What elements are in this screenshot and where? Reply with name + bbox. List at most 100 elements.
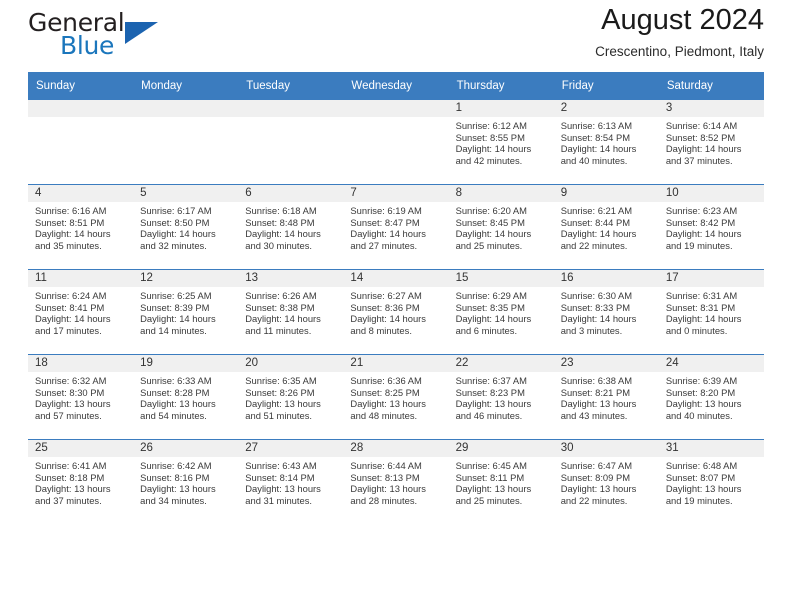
calendar-cell: 11 Sunrise: 6:24 AM Sunset: 8:41 PM Dayligh… bbox=[28, 269, 134, 355]
day-cell[interactable]: 17 Sunrise: 6:31 AM Sunset: 8:31 PM Dayligh… bbox=[658, 270, 764, 354]
daylight-text-line1: Daylight: 13 hours bbox=[665, 483, 742, 495]
calendar-cell: 5 Sunrise: 6:17 AM Sunset: 8:50 PM Daylight… bbox=[133, 184, 239, 270]
calendar-cell: 3 Sunrise: 6:14 AM Sunset: 8:52 PM Daylight… bbox=[658, 100, 764, 185]
day-details: Sunrise: 6:32 AM Sunset: 8:30 PM Daylight:… bbox=[28, 372, 133, 421]
day-cell[interactable]: 14 Sunrise: 6:27 AM Sunset: 8:36 PM Dayligh… bbox=[343, 270, 449, 354]
day-number: 19 bbox=[133, 355, 239, 372]
daylight-text-line2: and 54 minutes. bbox=[140, 409, 207, 421]
calendar-cell: 1 Sunrise: 6:12 AM Sunset: 8:55 PM Daylight… bbox=[448, 100, 554, 185]
daylight-text-line1: Daylight: 13 hours bbox=[140, 398, 216, 410]
calendar-cell: 25 Sunrise: 6:41 AM Sunset: 8:18 PM Dayligh… bbox=[28, 439, 134, 524]
daylight-text-line2: and 34 minutes. bbox=[140, 494, 207, 506]
day-details: Sunrise: 6:41 AM Sunset: 8:18 PM Daylight:… bbox=[28, 457, 133, 506]
daylight-text-line2: and 42 minutes. bbox=[455, 154, 523, 166]
sunrise-text: Sunrise: 6:13 AM bbox=[560, 120, 633, 131]
day-number: 12 bbox=[133, 270, 239, 287]
day-cell[interactable]: 8 Sunrise: 6:20 AM Sunset: 8:45 PM Daylight… bbox=[448, 185, 554, 269]
sunrise-text: Sunrise: 6:27 AM bbox=[350, 290, 422, 301]
day-number bbox=[343, 100, 449, 117]
day-cell[interactable]: 23 Sunrise: 6:38 AM Sunset: 8:21 PM Dayligh… bbox=[553, 355, 659, 439]
daylight-text-line2: and 37 minutes. bbox=[665, 154, 733, 166]
sunrise-text: Sunrise: 6:24 AM bbox=[35, 290, 107, 301]
day-cell[interactable]: 18 Sunrise: 6:32 AM Sunset: 8:30 PM Dayligh… bbox=[28, 355, 134, 439]
day-number: 25 bbox=[28, 440, 134, 457]
daylight-text-line1: Daylight: 13 hours bbox=[245, 483, 321, 495]
sunset-text: Sunset: 8:23 PM bbox=[455, 386, 525, 398]
day-cell[interactable]: 22 Sunrise: 6:37 AM Sunset: 8:23 PM Dayligh… bbox=[448, 355, 554, 439]
page-location: Crescentino, Piedmont, Italy bbox=[595, 44, 764, 59]
day-cell[interactable]: 1 Sunrise: 6:12 AM Sunset: 8:55 PM Daylight… bbox=[448, 100, 554, 184]
day-cell[interactable]: 21 Sunrise: 6:36 AM Sunset: 8:25 PM Dayligh… bbox=[343, 355, 449, 439]
day-details: Sunrise: 6:39 AM Sunset: 8:20 PM Daylight:… bbox=[659, 372, 764, 421]
daylight-text-line1: Daylight: 13 hours bbox=[35, 398, 111, 410]
day-number: 13 bbox=[238, 270, 344, 287]
calendar-cell: 8 Sunrise: 6:20 AM Sunset: 8:45 PM Daylight… bbox=[448, 184, 554, 270]
day-cell[interactable]: 15 Sunrise: 6:29 AM Sunset: 8:35 PM Dayligh… bbox=[448, 270, 554, 354]
day-cell[interactable]: 3 Sunrise: 6:14 AM Sunset: 8:52 PM Daylight… bbox=[658, 100, 764, 184]
sunrise-text: Sunrise: 6:38 AM bbox=[560, 375, 633, 386]
day-cell[interactable]: 9 Sunrise: 6:21 AM Sunset: 8:44 PM Daylight… bbox=[553, 185, 659, 269]
brand-triangle-icon bbox=[125, 22, 158, 44]
day-number: 5 bbox=[133, 185, 239, 202]
sunset-text: Sunset: 8:50 PM bbox=[140, 216, 210, 228]
day-cell[interactable]: 24 Sunrise: 6:39 AM Sunset: 8:20 PM Dayligh… bbox=[658, 355, 764, 439]
daylight-text-line1: Daylight: 14 hours bbox=[455, 313, 532, 325]
day-number: 21 bbox=[343, 355, 449, 372]
day-number: 7 bbox=[343, 185, 449, 202]
day-details: Sunrise: 6:38 AM Sunset: 8:21 PM Daylight:… bbox=[554, 372, 659, 421]
day-cell[interactable]: 11 Sunrise: 6:24 AM Sunset: 8:41 PM Dayligh… bbox=[28, 270, 134, 354]
brand-logo[interactable]: General Blue bbox=[28, 6, 238, 62]
day-number: 11 bbox=[28, 270, 134, 287]
day-cell[interactable]: 30 Sunrise: 6:47 AM Sunset: 8:09 PM Dayligh… bbox=[553, 440, 659, 524]
day-cell[interactable]: 26 Sunrise: 6:42 AM Sunset: 8:16 PM Dayligh… bbox=[133, 440, 239, 524]
day-number: 18 bbox=[28, 355, 134, 372]
daylight-text-line2: and 40 minutes. bbox=[560, 154, 628, 166]
calendar-cell: 4 Sunrise: 6:16 AM Sunset: 8:51 PM Daylight… bbox=[28, 184, 134, 270]
day-cell[interactable]: 19 Sunrise: 6:33 AM Sunset: 8:28 PM Dayligh… bbox=[133, 355, 239, 439]
calendar-cell: 26 Sunrise: 6:42 AM Sunset: 8:16 PM Dayligh… bbox=[133, 439, 239, 524]
day-cell[interactable]: 2 Sunrise: 6:13 AM Sunset: 8:54 PM Daylight… bbox=[553, 100, 659, 184]
sunset-text: Sunset: 8:35 PM bbox=[455, 301, 525, 313]
day-details: Sunrise: 6:25 AM Sunset: 8:39 PM Daylight:… bbox=[133, 287, 238, 336]
sunset-text: Sunset: 8:42 PM bbox=[665, 216, 736, 228]
daylight-text-line2: and 0 minutes. bbox=[665, 324, 728, 336]
day-cell[interactable]: 10 Sunrise: 6:23 AM Sunset: 8:42 PM Dayligh… bbox=[658, 185, 764, 269]
sunrise-text: Sunrise: 6:30 AM bbox=[560, 290, 633, 301]
calendar-cell: 24 Sunrise: 6:39 AM Sunset: 8:20 PM Dayligh… bbox=[658, 354, 764, 440]
day-cell[interactable]: 29 Sunrise: 6:45 AM Sunset: 8:11 PM Dayligh… bbox=[448, 440, 554, 524]
day-details: Sunrise: 6:35 AM Sunset: 8:26 PM Daylight:… bbox=[238, 372, 343, 421]
day-cell[interactable]: 12 Sunrise: 6:25 AM Sunset: 8:39 PM Dayligh… bbox=[133, 270, 239, 354]
sunset-text: Sunset: 8:25 PM bbox=[350, 386, 420, 398]
day-cell[interactable]: 31 Sunrise: 6:48 AM Sunset: 8:07 PM Dayligh… bbox=[658, 440, 764, 524]
day-details: Sunrise: 6:24 AM Sunset: 8:41 PM Daylight:… bbox=[28, 287, 133, 336]
daylight-text-line1: Daylight: 13 hours bbox=[455, 398, 532, 410]
sunrise-text: Sunrise: 6:19 AM bbox=[350, 205, 422, 216]
calendar-week-row: 25 Sunrise: 6:41 AM Sunset: 8:18 PM Dayligh… bbox=[28, 439, 764, 524]
daylight-text-line1: Daylight: 13 hours bbox=[35, 483, 111, 495]
day-cell[interactable]: 20 Sunrise: 6:35 AM Sunset: 8:26 PM Dayligh… bbox=[238, 355, 344, 439]
sunset-text: Sunset: 8:39 PM bbox=[140, 301, 210, 313]
day-cell-empty bbox=[343, 100, 449, 184]
daylight-text-line1: Daylight: 14 hours bbox=[560, 313, 637, 325]
day-cell[interactable]: 7 Sunrise: 6:19 AM Sunset: 8:47 PM Daylight… bbox=[343, 185, 449, 269]
daylight-text-line1: Daylight: 14 hours bbox=[35, 228, 111, 240]
day-cell[interactable]: 6 Sunrise: 6:18 AM Sunset: 8:48 PM Daylight… bbox=[238, 185, 344, 269]
day-cell[interactable]: 16 Sunrise: 6:30 AM Sunset: 8:33 PM Dayligh… bbox=[553, 270, 659, 354]
calendar-cell: 22 Sunrise: 6:37 AM Sunset: 8:23 PM Dayligh… bbox=[448, 354, 554, 440]
calendar-week-row: 1 Sunrise: 6:12 AM Sunset: 8:55 PM Daylight… bbox=[28, 100, 764, 185]
day-number: 4 bbox=[28, 185, 134, 202]
daylight-text-line2: and 31 minutes. bbox=[245, 494, 312, 506]
day-cell[interactable]: 4 Sunrise: 6:16 AM Sunset: 8:51 PM Daylight… bbox=[28, 185, 134, 269]
day-cell[interactable]: 13 Sunrise: 6:26 AM Sunset: 8:38 PM Dayligh… bbox=[238, 270, 344, 354]
daylight-text-line1: Daylight: 14 hours bbox=[35, 313, 111, 325]
day-number: 15 bbox=[448, 270, 554, 287]
day-number: 31 bbox=[658, 440, 764, 457]
day-cell[interactable]: 28 Sunrise: 6:44 AM Sunset: 8:13 PM Dayligh… bbox=[343, 440, 449, 524]
day-cell[interactable]: 27 Sunrise: 6:43 AM Sunset: 8:14 PM Dayligh… bbox=[238, 440, 344, 524]
day-cell[interactable]: 5 Sunrise: 6:17 AM Sunset: 8:50 PM Daylight… bbox=[133, 185, 239, 269]
brand-name-blue: Blue bbox=[60, 31, 115, 60]
daylight-text-line2: and 51 minutes. bbox=[245, 409, 312, 421]
sunrise-text: Sunrise: 6:26 AM bbox=[245, 290, 317, 301]
day-details: Sunrise: 6:29 AM Sunset: 8:35 PM Daylight:… bbox=[449, 287, 554, 336]
day-cell[interactable]: 25 Sunrise: 6:41 AM Sunset: 8:18 PM Dayligh… bbox=[28, 440, 134, 524]
